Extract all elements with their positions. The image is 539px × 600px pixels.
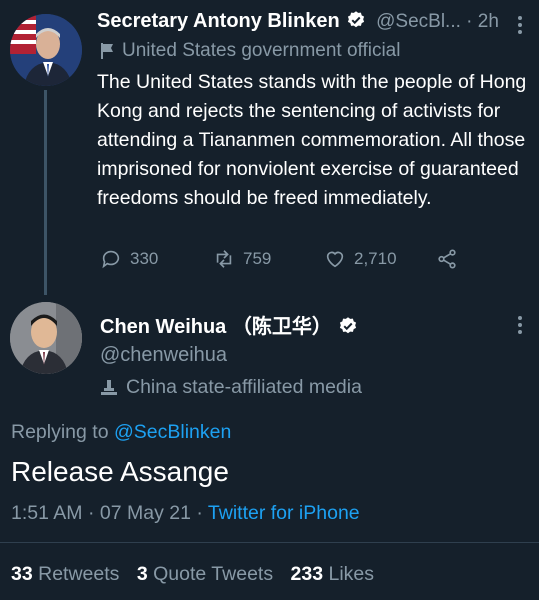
- retweets-stat[interactable]: 33 Retweets: [11, 563, 119, 585]
- likes-label: Likes: [328, 563, 375, 585]
- retweet-button[interactable]: 759: [213, 248, 271, 270]
- tweet2-header: Chen Weihua （陈卫华）: [100, 310, 358, 339]
- tweet2-text: Release Assange: [11, 456, 229, 487]
- likes-count: 233: [290, 563, 324, 585]
- tweet1-handle-time[interactable]: @SecBl... · 2h: [376, 11, 499, 32]
- share-button[interactable]: [436, 248, 458, 270]
- thread-line: [44, 90, 47, 295]
- tweet1-label-text: United States government official: [122, 40, 401, 61]
- quotes-stat[interactable]: 3 Quote Tweets: [137, 563, 273, 585]
- retweet-icon: [216, 250, 232, 268]
- tweet1-text: The United States stands with the people…: [97, 71, 527, 209]
- retweets-label: Retweets: [38, 563, 120, 585]
- retweet-count: 759: [243, 249, 272, 268]
- share-icon: [438, 249, 456, 269]
- divider: [0, 542, 539, 543]
- tweet2-label-text: China state-affiliated media: [126, 376, 362, 398]
- tweet1-label: United States government official: [100, 40, 400, 62]
- tweet2-label: China state-affiliated media: [100, 376, 362, 399]
- chen-avatar[interactable]: [10, 302, 82, 374]
- tweet2-handle[interactable]: @chenweihua: [100, 344, 227, 367]
- retweets-count: 33: [11, 563, 33, 585]
- reply-icon: [102, 250, 120, 269]
- media-icon: [101, 379, 117, 395]
- tweet1-author-name[interactable]: Secretary Antony Blinken: [97, 10, 340, 32]
- verified-icon: [347, 11, 364, 28]
- tweet2-timestamp[interactable]: 1:51 AM · 07 May 21 ·: [11, 502, 208, 524]
- reply-count: 330: [130, 249, 159, 268]
- quotes-label: Quote Tweets: [153, 563, 274, 585]
- like-icon: [326, 251, 344, 268]
- tweet2-stats: 33 Retweets 3 Quote Tweets 233 Likes: [11, 563, 374, 586]
- replying-prefix: Replying to: [11, 421, 109, 443]
- replying-to: Replying to @SecBlinken: [11, 421, 231, 444]
- more-icon[interactable]: [517, 16, 523, 37]
- blinken-avatar[interactable]: [10, 14, 82, 86]
- replying-handle-link[interactable]: @SecBlinken: [114, 421, 231, 443]
- likes-stat[interactable]: 233 Likes: [291, 563, 375, 585]
- tweet2-source-link[interactable]: Twitter for iPhone: [208, 502, 360, 524]
- reply-button[interactable]: 330: [100, 248, 158, 270]
- tweet1-header: Secretary Antony Blinken @SecBl... · 2h: [97, 10, 499, 33]
- tweet2-author-name[interactable]: Chen Weihua （陈卫华）: [100, 316, 332, 338]
- tweet2-meta: 1:51 AM · 07 May 21 · Twitter for iPhone: [11, 502, 360, 525]
- like-button[interactable]: 2,710: [324, 248, 397, 270]
- like-count: 2,710: [354, 249, 397, 268]
- quotes-count: 3: [136, 563, 148, 585]
- verified-icon: [339, 317, 356, 334]
- more-icon[interactable]: [517, 316, 523, 337]
- flag-icon: [101, 43, 113, 59]
